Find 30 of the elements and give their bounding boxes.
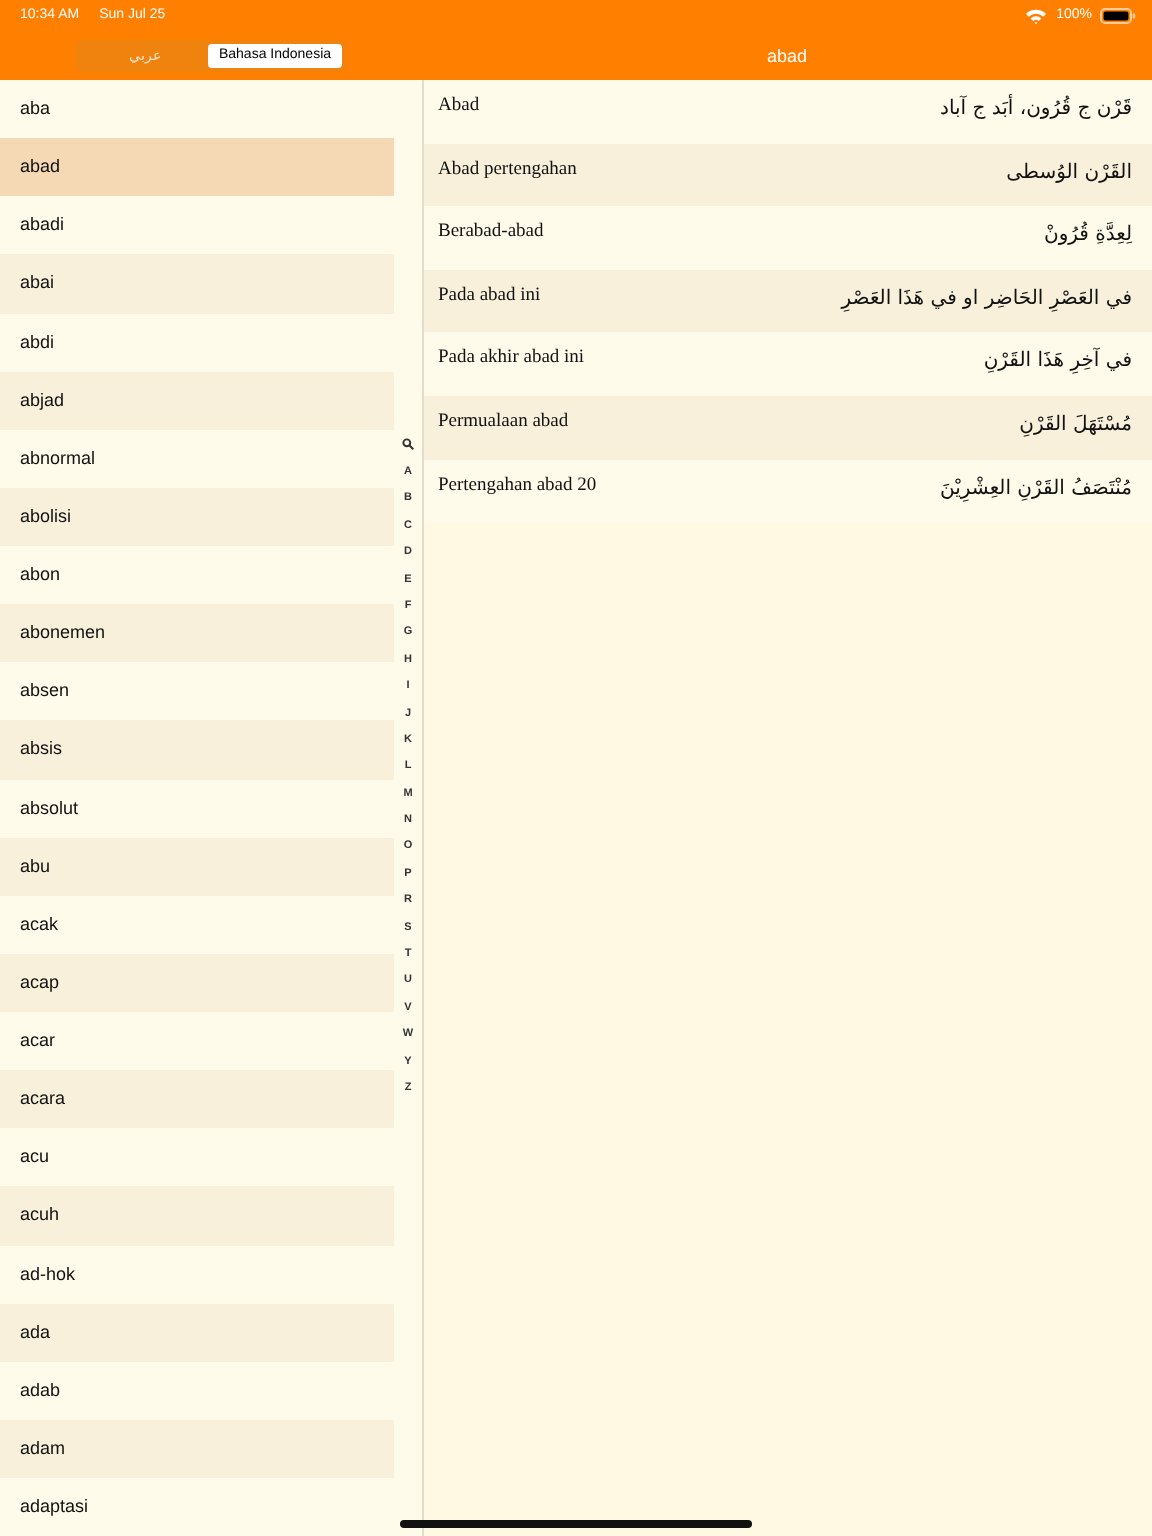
- word-list-item[interactable]: abonemen: [0, 604, 394, 663]
- detail-title: abad: [766, 45, 808, 65]
- wifi-icon: [1026, 7, 1047, 23]
- arabic-text: في آخِرِ هَذَا القَرْنِ: [983, 348, 1132, 373]
- word-list-item[interactable]: ada: [0, 1303, 394, 1362]
- indonesian-text: Permualaan abad: [438, 411, 569, 432]
- word-list-item[interactable]: abai: [0, 254, 394, 313]
- arabic-text: في العَصْرِ الحَاضِر او في هَذَا العَصْرِ: [841, 285, 1132, 310]
- word-list-item[interactable]: absis: [0, 720, 394, 779]
- word-list-item[interactable]: abjad: [0, 371, 394, 430]
- arabic-text: مُنْتَصَفُ القَرْنِ العِشْرِيْنَ: [939, 475, 1132, 500]
- indonesian-text: Pada abad ini: [438, 285, 541, 306]
- indonesian-text: Abad: [438, 96, 480, 116]
- word-list-item[interactable]: acuh: [0, 1186, 394, 1245]
- word-list-item[interactable]: abolisi: [0, 487, 394, 546]
- search-icon[interactable]: [402, 438, 414, 450]
- word-list-item[interactable]: acap: [0, 953, 394, 1012]
- indonesian-text: Berabad-abad: [438, 222, 544, 243]
- battery-icon: [1100, 7, 1136, 23]
- indonesian-text: Pertengahan abad 20: [438, 475, 597, 496]
- arabic-text: لِعِدَّةِ قُرُونْ: [1043, 222, 1132, 247]
- word-list-item[interactable]: abu: [0, 837, 394, 896]
- indonesian-text: Abad pertengahan: [438, 159, 577, 180]
- arabic-text: القَرْن الوُسطى: [1006, 159, 1132, 184]
- word-list-item[interactable]: abad: [0, 138, 394, 197]
- arabic-text: قَرْن ج قُرُون، أبَد ج آباد: [939, 96, 1132, 120]
- word-list-item[interactable]: acara: [0, 1070, 394, 1129]
- word-list-item[interactable]: adam: [0, 1419, 394, 1478]
- arabic-text: مُسْتَهَلَ القَرْنِ: [1019, 411, 1132, 436]
- indonesian-text: Pada akhir abad ini: [438, 348, 585, 369]
